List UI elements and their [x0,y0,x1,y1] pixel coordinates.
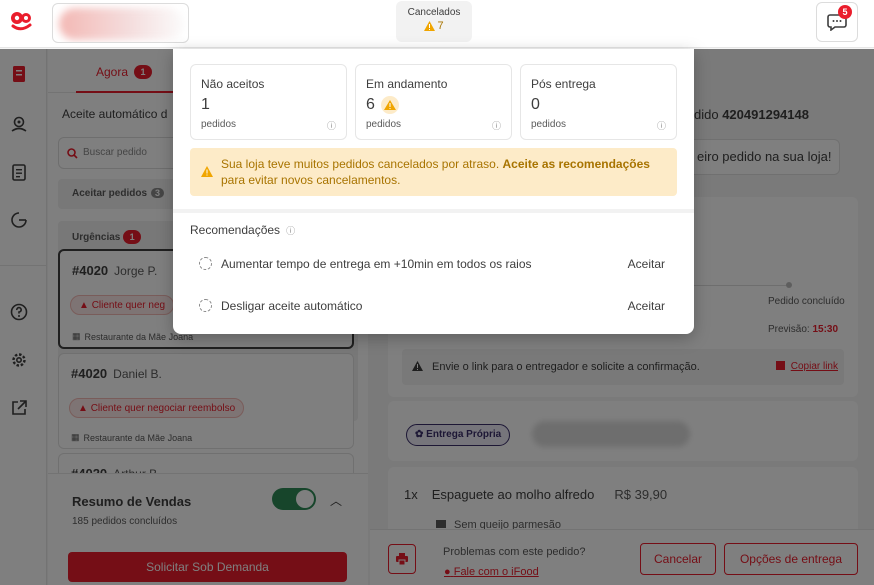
warning-icon [201,166,213,177]
warning-text: Sua loja teve muitos pedidos cancelados … [221,157,500,171]
accept-button[interactable]: Aceitar [628,299,665,313]
store-selector[interactable] [52,3,189,43]
stat-number: 6 [366,96,375,113]
stat-label: Em andamento [366,77,448,91]
cancellation-warning: Sua loja teve muitos pedidos cancelados … [190,148,677,196]
cancellations-popover: Não aceitos 1 pedidos ⓘ Em andamento 6 p… [173,49,694,334]
recommendations-title: Recomendações ⓘ [190,223,295,237]
info-icon[interactable]: ⓘ [286,224,295,237]
recommendation-text: Aumentar tempo de entrega em +10min em t… [221,257,532,271]
ifood-logo-icon [11,12,32,31]
store-name-redacted [59,8,184,40]
warning-icon [380,96,399,114]
recommendation-row: Aumentar tempo de entrega em +10min em t… [199,255,669,275]
stat-not-accepted: Não aceitos 1 pedidos ⓘ [190,64,347,140]
warning-text-end: para evitar novos cancelamentos. [221,173,401,187]
stat-number: 0 [531,96,540,113]
stat-value: 6 [366,96,399,114]
stat-unit: pedidos [201,119,237,130]
top-bar: Cancelados 7 5 [0,0,874,48]
recommendation-row: Desligar aceite automático Aceitar [199,297,669,317]
stat-in-progress: Em andamento 6 pedidos ⓘ [355,64,512,140]
stat-post-delivery: Pós entrega 0 pedidos ⓘ [520,64,677,140]
pending-circle-icon [199,257,212,270]
stat-unit: pedidos [531,119,567,130]
info-icon[interactable]: ⓘ [657,119,666,132]
stat-label: Pós entrega [531,77,596,91]
info-icon[interactable]: ⓘ [327,119,336,132]
stat-unit: pedidos [366,119,402,130]
chat-button[interactable]: 5 [816,2,858,42]
warning-icon [424,21,436,31]
stat-value: 0 [531,96,540,114]
accept-recommendations-link[interactable]: Aceite as recomendações [503,157,650,171]
cancelled-count: 7 [437,20,444,32]
cancelled-chip[interactable]: Cancelados 7 [396,1,472,42]
warning-message: Sua loja teve muitos pedidos cancelados … [221,156,671,188]
modal-divider [173,209,694,213]
pending-circle-icon [199,299,212,312]
recommendation-text: Desligar aceite automático [221,299,363,313]
chat-badge: 5 [838,5,852,19]
cancelled-label: Cancelados [407,7,461,18]
stat-number: 1 [201,96,210,113]
stat-value: 1 [201,96,210,114]
reco-title-text: Recomendações [190,223,281,237]
accept-button[interactable]: Aceitar [628,257,665,271]
info-icon[interactable]: ⓘ [492,119,501,132]
stat-label: Não aceitos [201,77,265,91]
